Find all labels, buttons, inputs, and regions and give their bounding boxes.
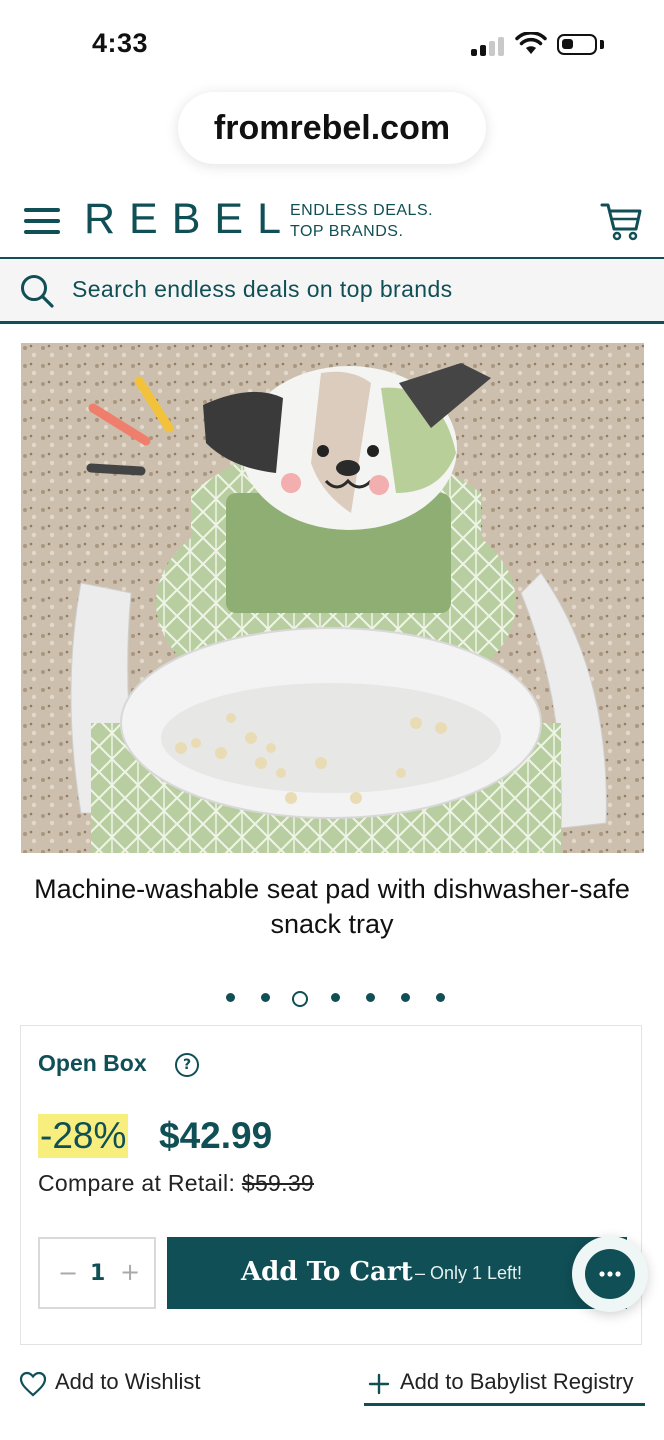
chat-button[interactable] [572,1236,648,1312]
quantity-value[interactable]: 1 [90,1261,105,1286]
product-image[interactable] [21,343,644,853]
sale-price: $42.99 [159,1115,273,1156]
add-to-cart-label: Add To Cart [241,1257,413,1287]
url-bar[interactable]: fromrebel.com [178,92,486,164]
chat-bubble-icon [599,1271,621,1277]
status-bar: 4:33 [0,0,664,90]
hamburger-menu-icon[interactable] [24,206,60,236]
clock: 4:33 [92,28,149,58]
retail-price: $59.39 [241,1170,315,1196]
carousel-dot[interactable] [365,993,375,1002]
cellular-signal-icon [471,36,505,56]
battery-icon [557,34,597,55]
search-bar[interactable]: Search endless deals on top brands [0,259,664,324]
increase-quantity-button[interactable]: + [120,1258,140,1286]
carousel-dot[interactable] [260,993,270,1002]
discount-badge: -28% [38,1114,129,1158]
add-to-registry-link[interactable]: Add to Babylist Registry [364,1367,645,1406]
search-placeholder: Search endless deals on top brands [72,276,453,302]
carousel-dot[interactable] [400,993,410,1002]
carousel-dot[interactable] [225,993,235,1002]
carousel-dots [0,989,664,1009]
stock-note: – Only 1 Left! [415,1263,523,1283]
product-photo-baby-seat [21,343,644,853]
carousel-dot[interactable] [435,993,445,1002]
wifi-icon [515,32,547,54]
carousel-dot[interactable] [330,993,340,1002]
condition-label: Open Box [38,1050,147,1076]
image-caption: Machine-washable seat pad with dishwashe… [34,874,630,939]
compare-at-retail: Compare at Retail: $59.39 [38,1170,315,1196]
site-tagline: ENDLESS DEALS. TOP BRANDS. [290,202,434,240]
add-to-cart-button[interactable]: Add To Cart – Only 1 Left! [167,1237,627,1309]
search-icon [21,275,54,308]
quantity-stepper: − 1 + [38,1237,156,1309]
heart-icon [19,1371,47,1397]
purchase-panel: Open Box ? -28% $42.99 Compare at Retail… [20,1025,642,1345]
carousel-dot[interactable] [292,991,308,1007]
site-logo[interactable]: REBEL [84,195,295,244]
shopping-cart-icon[interactable] [600,201,644,241]
plus-icon [368,1373,390,1395]
decrease-quantity-button[interactable]: − [58,1259,78,1287]
question-circle-icon[interactable]: ? [175,1053,199,1077]
site-header: REBEL ENDLESS DEALS. TOP BRANDS. [0,185,664,260]
